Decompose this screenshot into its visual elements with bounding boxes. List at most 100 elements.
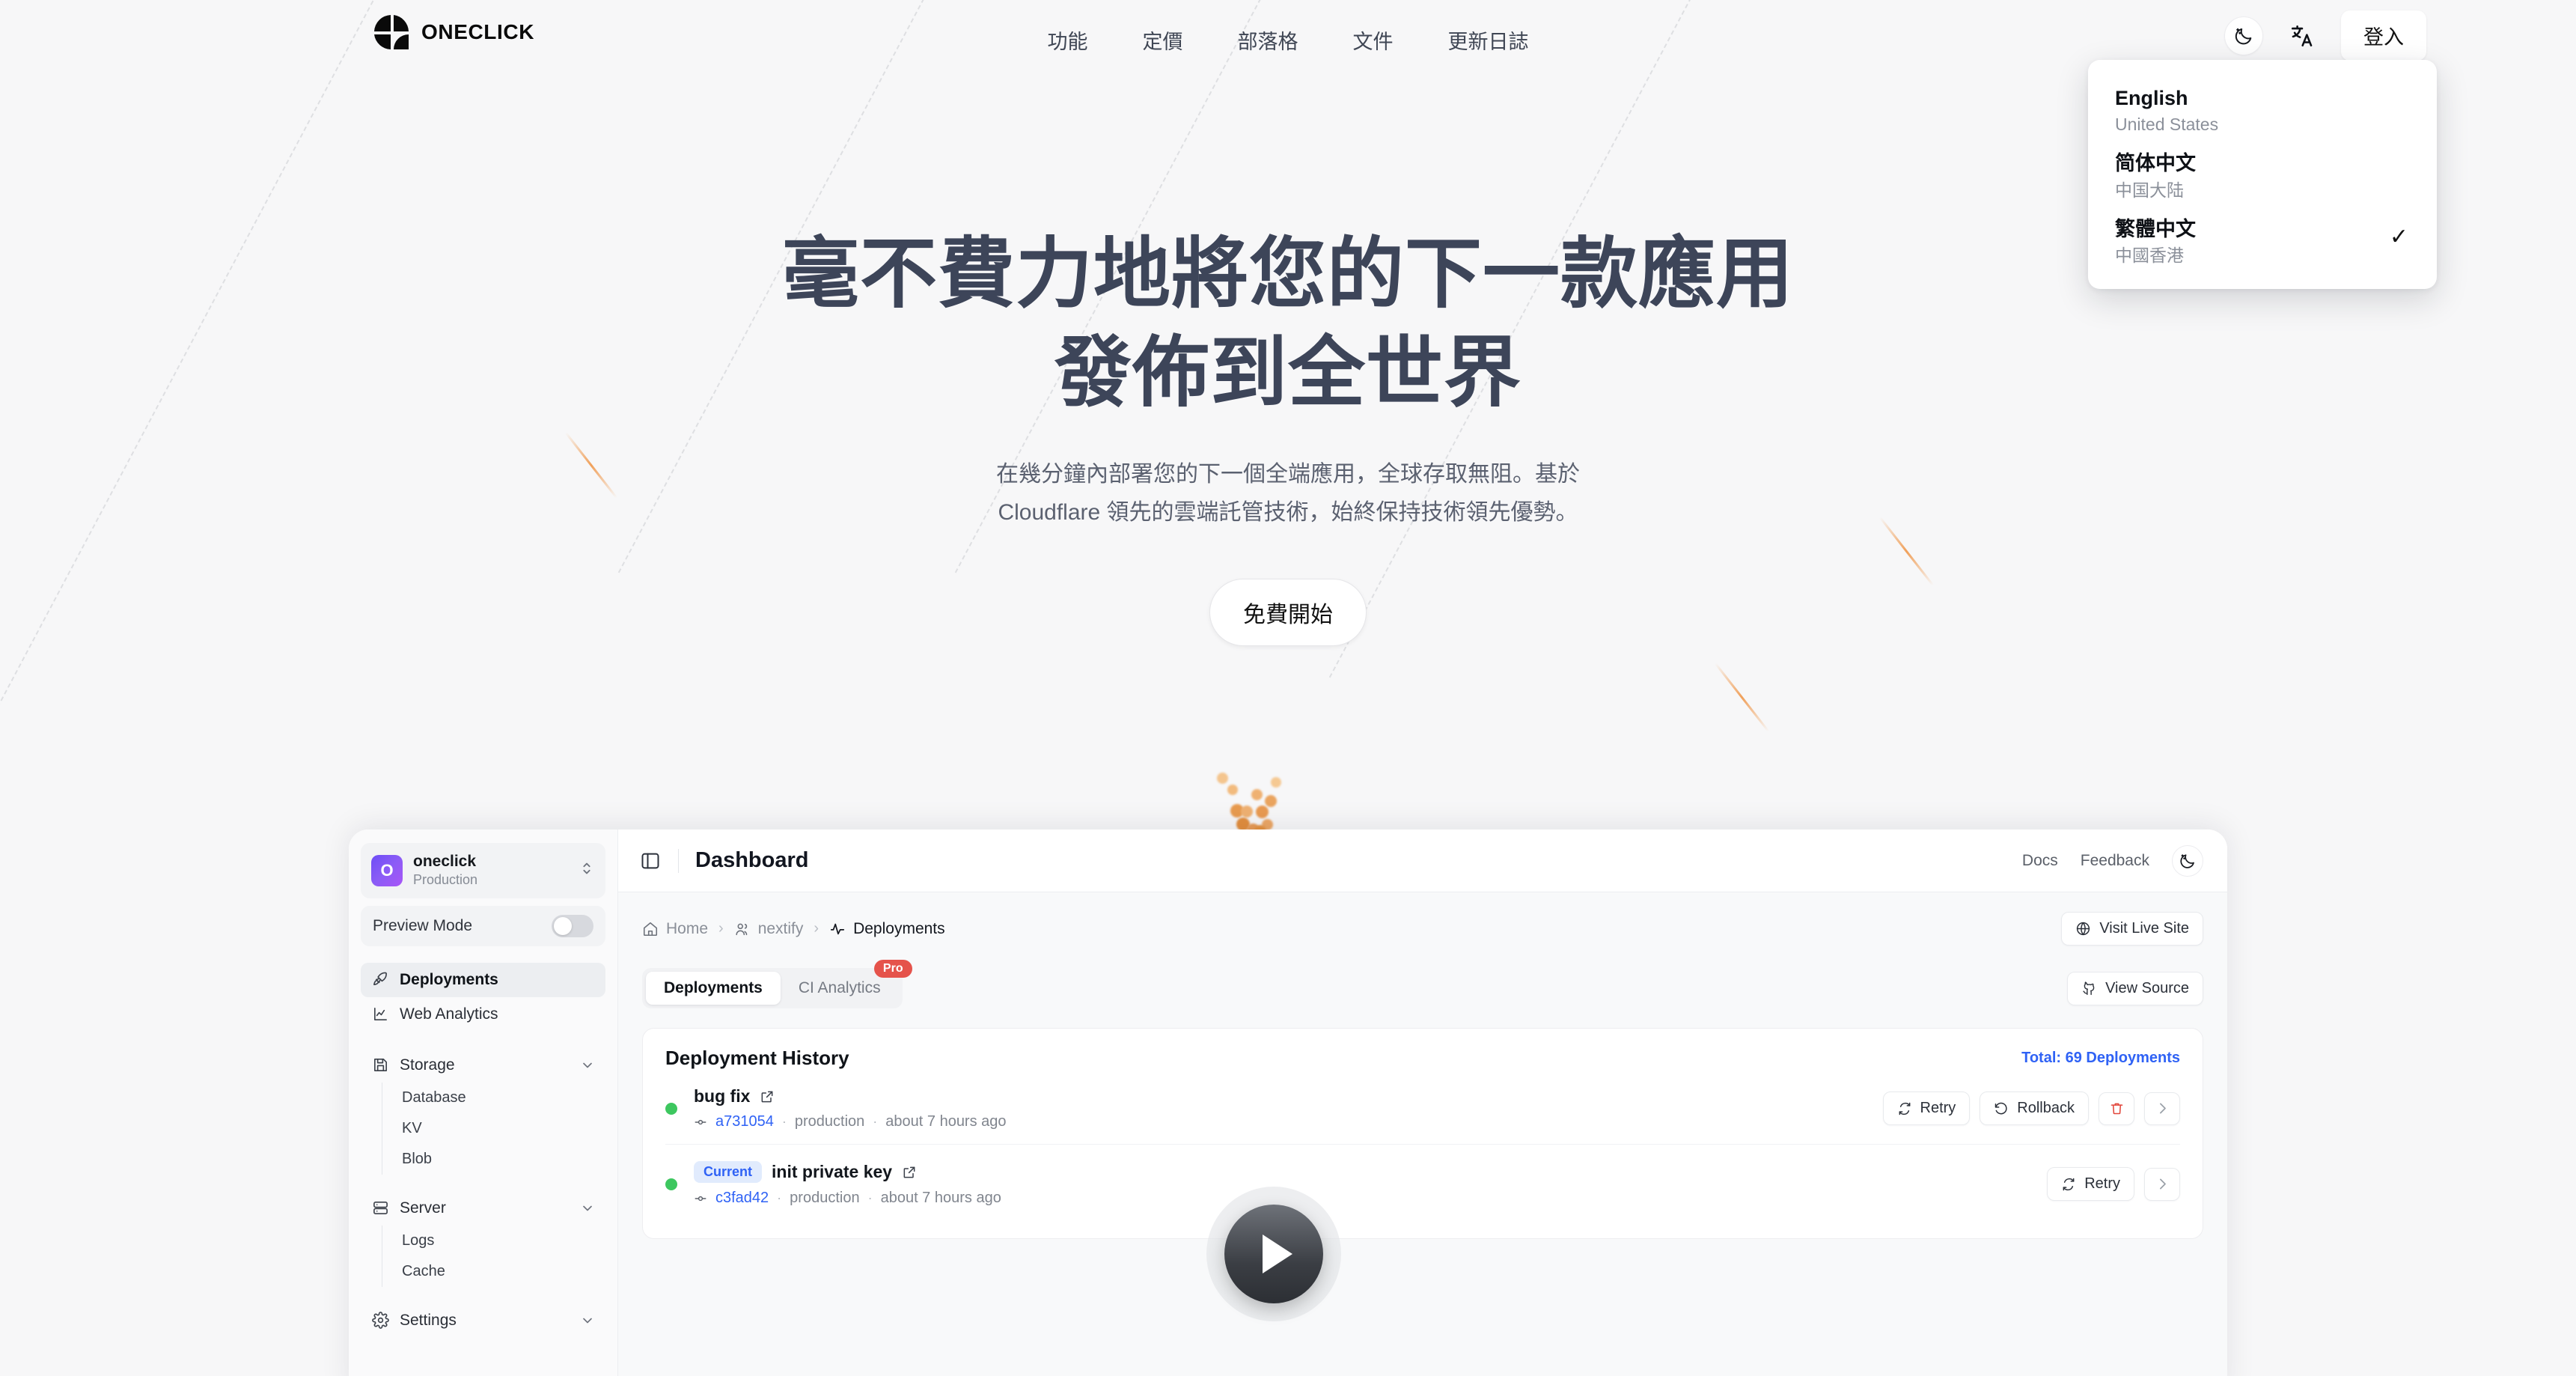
view-source-button[interactable]: View Source (2067, 971, 2203, 1005)
breadcrumb-label: nextify (757, 919, 804, 937)
sidebar-item-label: Web Analytics (400, 1005, 498, 1023)
expand-row-button[interactable] (2144, 1092, 2180, 1125)
page-title: Dashboard (695, 848, 809, 872)
nav-link-features[interactable]: 功能 (1048, 25, 1088, 55)
feedback-link[interactable]: Feedback (2081, 852, 2149, 870)
visit-live-site-button[interactable]: Visit Live Site (2061, 912, 2203, 946)
tabs-row: Deployments CI Analytics Pro View Source (642, 960, 2203, 1008)
project-switcher[interactable]: O oneclick Production (361, 843, 605, 898)
nav-link-blog[interactable]: 部落格 (1238, 25, 1298, 55)
sidebar-subitem-database[interactable]: Database (382, 1083, 605, 1113)
current-badge: Current (694, 1161, 763, 1183)
meta-separator: · (781, 1114, 787, 1129)
landing-page: ONECLICK 功能 定價 部落格 文件 更新日誌 登入 English Un… (0, 0, 2576, 1376)
rollback-button[interactable]: Rollback (1980, 1092, 2089, 1125)
language-option-traditional-chinese[interactable]: 繁體中文 中國香港 ✓ (2088, 209, 2437, 274)
nav-link-changelog[interactable]: 更新日誌 (1448, 25, 1529, 55)
project-name: oneclick (413, 853, 477, 870)
preview-mode-row[interactable]: Preview Mode (361, 905, 605, 946)
meta-separator: · (867, 1190, 873, 1205)
sidebar-item-label: Deployments (400, 970, 498, 988)
dashboard-header-actions: Docs Feedback (2022, 844, 2203, 877)
deployment-name: init private key (772, 1162, 893, 1181)
dashboard-body: Home › nextify › Deployments Visit Live … (618, 892, 2227, 1376)
table-row[interactable]: Current init private key c3fad42 · produ… (665, 1144, 2180, 1220)
status-dot-success (665, 1102, 677, 1115)
header-divider (678, 848, 679, 873)
hero-subheading: 在幾分鐘內部署您的下一個全端應用，全球存取無阻。基於 Cloudflare 領先… (996, 461, 1580, 526)
dashboard-theme-toggle-button[interactable] (2172, 844, 2203, 877)
meta-separator: · (777, 1190, 782, 1205)
language-option-simplified-chinese[interactable]: 简体中文 中国大陆 (2088, 143, 2437, 208)
deployment-total-label[interactable]: Total: 69 Deployments (2021, 1050, 2180, 1067)
github-icon (2081, 981, 2097, 996)
tabs: Deployments CI Analytics Pro (642, 960, 912, 1008)
login-button[interactable]: 登入 (2341, 10, 2426, 61)
deployment-actions: Retry (2047, 1167, 2180, 1201)
server-icon (371, 1199, 389, 1217)
sidebar-subitem-blob[interactable]: Blob (382, 1144, 605, 1175)
tab-ci-analytics[interactable]: CI Analytics Pro (781, 960, 912, 1005)
brand-name: ONECLICK (421, 20, 535, 43)
language-button[interactable] (2283, 16, 2322, 55)
deployment-commit[interactable]: c3fad42 (715, 1190, 769, 1207)
nav-links: 功能 定價 部落格 文件 更新日誌 (1048, 25, 1529, 55)
oneclick-quadrant-logo-icon (371, 12, 412, 52)
chevron-right-icon (2155, 1101, 2170, 1116)
globe-icon (2075, 921, 2091, 937)
tab-deployments[interactable]: Deployments (646, 972, 781, 1005)
project-avatar: O (371, 854, 403, 886)
nav-link-pricing[interactable]: 定價 (1143, 25, 1183, 55)
breadcrumb: Home › nextify › Deployments (642, 920, 945, 938)
sidebar-item-web-analytics[interactable]: Web Analytics (361, 997, 605, 1032)
theme-toggle-button[interactable] (2224, 16, 2263, 55)
expand-row-button[interactable] (2144, 1167, 2180, 1201)
breadcrumb-label: Home (666, 919, 709, 937)
sidebar-subitems-server: Logs Cache (382, 1225, 605, 1287)
deployment-commit[interactable]: a731054 (715, 1113, 774, 1130)
breadcrumb-item-deployments[interactable]: Deployments (829, 920, 945, 938)
video-play-button[interactable] (1206, 1187, 1341, 1321)
deployment-name: bug fix (694, 1086, 751, 1106)
breadcrumb-item-nextify[interactable]: nextify (734, 919, 804, 938)
breadcrumb-item-home[interactable]: Home (642, 920, 708, 938)
sidebar-group-server: Server Logs Cache (361, 1191, 605, 1287)
external-link-icon[interactable] (760, 1089, 775, 1104)
retry-button[interactable]: Retry (1882, 1092, 1971, 1125)
language-option-title: 繁體中文 (2115, 217, 2196, 240)
sidebar-subitem-logs[interactable]: Logs (382, 1226, 605, 1256)
deployment-time: about 7 hours ago (880, 1190, 1001, 1206)
sidebar-subitem-kv[interactable]: KV (382, 1113, 605, 1144)
brand-logo-link[interactable]: ONECLICK (371, 12, 534, 52)
table-row[interactable]: bug fix a731054 · production · about 7 h… (665, 1070, 2180, 1144)
sidebar-subitem-cache[interactable]: Cache (382, 1256, 605, 1287)
sidebar-group-header-storage[interactable]: Storage (361, 1048, 605, 1083)
check-icon: ✓ (2389, 224, 2408, 249)
preview-mode-toggle[interactable] (552, 914, 593, 937)
retry-button[interactable]: Retry (2047, 1167, 2134, 1201)
external-link-icon[interactable] (902, 1165, 917, 1180)
sidebar-group-header-server[interactable]: Server (361, 1191, 605, 1226)
hero-heading: 毫不費力地將您的下一款應用發佈到全世界 (782, 231, 1794, 415)
docs-link[interactable]: Docs (2022, 852, 2058, 870)
dashboard-header: Dashboard Docs Feedback (618, 829, 2227, 892)
get-started-free-button[interactable]: 免費開始 (1209, 578, 1367, 646)
chevron-right-icon: › (718, 920, 724, 937)
tab-ci-analytics-label: CI Analytics (798, 979, 881, 996)
chevron-down-icon (580, 1058, 595, 1073)
delete-button[interactable] (2099, 1092, 2134, 1125)
decorative-particles (1197, 756, 1302, 838)
trash-icon (2109, 1101, 2125, 1116)
translate-icon (2291, 25, 2313, 46)
language-option-english[interactable]: English United States (2088, 78, 2437, 143)
panel-left-icon[interactable] (639, 850, 662, 872)
deployment-history-card: Deployment History Total: 69 Deployments… (642, 1028, 2203, 1239)
language-option-title: English (2115, 87, 2188, 109)
sidebar-subitems-storage: Database KV Blob (382, 1082, 605, 1175)
nav-link-docs[interactable]: 文件 (1353, 25, 1394, 55)
sidebar-group-header-settings[interactable]: Settings (361, 1303, 605, 1338)
deployment-history-header: Deployment History Total: 69 Deployments (665, 1047, 2180, 1070)
sidebar-item-deployments[interactable]: Deployments (361, 962, 605, 997)
decorative-streak-right-2 (1714, 663, 1770, 732)
git-commit-icon (694, 1192, 707, 1205)
